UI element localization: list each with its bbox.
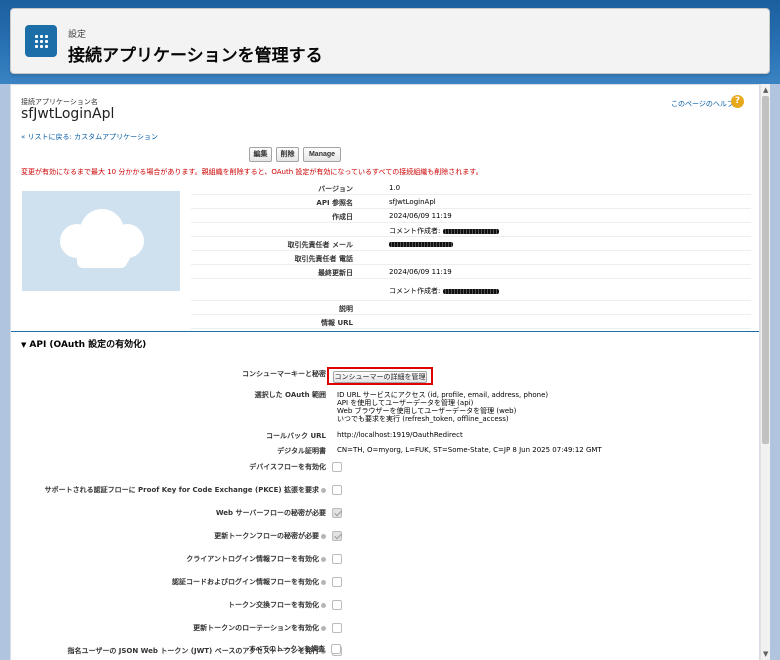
contact-email-row: 取引先責任者 メール	[191, 237, 751, 251]
flag-label-text: すべてのトークンを調査	[248, 645, 325, 653]
api-name-label: API 参照名	[316, 199, 353, 207]
manage-consumer-details-button[interactable]: コンシューマーの詳細を管理	[333, 371, 427, 383]
redacted-user	[442, 288, 499, 294]
version-label: バージョン	[318, 185, 353, 193]
modified-row: 最終更新日 2024/06/09 11:19	[191, 265, 751, 279]
info-url-label: 情報 URL	[321, 319, 353, 327]
header-eyebrow: 設定	[68, 30, 87, 40]
info-icon[interactable]	[321, 556, 326, 562]
help-link[interactable]: このページのヘルプ	[671, 99, 734, 109]
contact-phone-row: 取引先責任者 電話	[191, 251, 751, 265]
info-icon[interactable]	[321, 533, 326, 539]
contact-email-label: 取引先責任者 メール	[287, 241, 353, 249]
info-url-row: 情報 URL	[191, 315, 751, 329]
created-row: 作成日 2024/06/09 11:19	[191, 209, 751, 223]
info-icon[interactable]	[321, 579, 326, 585]
contact-phone-label: 取引先責任者 電話	[294, 255, 353, 263]
info-icon[interactable]	[321, 487, 326, 493]
flag-label: サポートされる認証フローに Proof Key for Code Exchang…	[45, 485, 326, 495]
flag-checkbox[interactable]	[332, 623, 342, 633]
flag-label: デバイスフローを有効化	[249, 462, 326, 472]
flag-label-text: デバイスフローを有効化	[249, 463, 326, 471]
redacted-user	[442, 228, 499, 234]
modified-label: 最終更新日	[318, 269, 353, 277]
created-by-prefix: コメント作成者:	[389, 227, 441, 235]
api-name-row: API 参照名 sfJwtLoginApl	[191, 195, 751, 209]
page-header: 設定 接続アプリケーションを管理する	[10, 8, 770, 74]
flag-checkbox[interactable]	[332, 485, 342, 495]
oauth-section-toggle[interactable]: ▼ API (OAuth 設定の有効化)	[21, 337, 146, 350]
created-by-value: コメント作成者:	[389, 226, 499, 236]
flag-label-text: クライアントログイン情報フローを有効化	[186, 555, 319, 563]
scroll-up-icon[interactable]: ▲	[763, 86, 768, 94]
created-by-row: コメント作成者:	[191, 223, 751, 237]
scroll-thumb[interactable]	[762, 96, 769, 444]
scope-item: いつでも要求を実行 (refresh_token, offline_access…	[337, 415, 509, 423]
warning-message: 変更が有効になるまで最大 10 分かかる場合があります。親組織を削除すると、OA…	[21, 168, 483, 176]
oauth-section-title: API (OAuth 設定の有効化)	[29, 340, 147, 350]
page-title: 接続アプリケーションを管理する	[68, 46, 323, 66]
description-row: 説明	[191, 301, 751, 315]
app-logo	[22, 191, 180, 291]
callback-label: コールバック URL	[266, 432, 326, 440]
flag-checkbox[interactable]	[331, 644, 341, 654]
cert-value: CN=TH, O=myorg, L=FUK, ST=Some-State, C=…	[337, 446, 602, 454]
flag-checkbox[interactable]	[332, 577, 342, 587]
help-icon[interactable]: ?	[731, 95, 744, 108]
description-label: 説明	[339, 305, 353, 313]
contact-email-value	[389, 240, 453, 248]
flag-label-text: 認証コードおよびログイン情報フローを有効化	[172, 578, 319, 586]
callback-value: http://localhost:1919/OauthRedirect	[337, 431, 463, 439]
flag-checkbox[interactable]	[332, 554, 342, 564]
flag-label: トークン交換フローを有効化	[228, 600, 326, 610]
detail-panel: 接続アプリケーション名 sfJwtLoginApl このページのヘルプ ? « …	[10, 84, 760, 660]
flag-label-text: 更新トークンフローの秘密が必要	[214, 532, 319, 540]
modified-by-row: コメント作成者:	[191, 279, 751, 301]
flag-label-text: サポートされる認証フローに Proof Key for Code Exchang…	[44, 486, 319, 494]
flag-label-text: Web サーバーフローの秘密が必要	[215, 509, 326, 517]
flag-label: クライアントログイン情報フローを有効化	[186, 554, 326, 564]
flag-label: すべてのトークンを調査	[249, 644, 325, 654]
modified-by-value: コメント作成者:	[389, 286, 499, 296]
created-label: 作成日	[332, 213, 353, 221]
consumer-details-highlight: コンシューマーの詳細を管理	[327, 367, 433, 385]
flag-checkbox[interactable]	[332, 600, 342, 610]
app-launcher-icon[interactable]	[25, 25, 57, 57]
version-row: バージョン 1.0	[191, 181, 751, 195]
back-to-list-link[interactable]: « リストに戻る: カスタムアプリケーション	[21, 132, 158, 142]
flag-label: 更新トークンフローの秘密が必要	[214, 531, 326, 541]
flag-label-text: トークン交換フローを有効化	[228, 601, 319, 609]
info-icon[interactable]	[321, 625, 326, 631]
modified-by-prefix: コメント作成者:	[389, 287, 441, 295]
scopes-label: 選択した OAuth 範囲	[254, 391, 326, 399]
scrollbar[interactable]: ▲ ▼	[760, 84, 770, 660]
flag-checkbox[interactable]	[332, 462, 342, 472]
cert-label: デジタル証明書	[277, 447, 326, 455]
created-value: 2024/06/09 11:19	[389, 212, 452, 220]
api-name-value: sfJwtLoginApl	[389, 198, 436, 206]
modified-value: 2024/06/09 11:19	[389, 268, 452, 276]
consumer-label: コンシューマーキーと秘密	[242, 370, 326, 378]
triangle-down-icon: ▼	[21, 341, 27, 349]
section-divider	[11, 331, 759, 332]
version-value: 1.0	[389, 184, 401, 192]
flag-checkbox[interactable]	[332, 508, 342, 518]
cloud-icon	[60, 209, 144, 268]
redacted-email	[389, 241, 453, 247]
flag-label: Web サーバーフローの秘密が必要	[216, 508, 326, 518]
flag-label: 更新トークンのローテーションを有効化	[193, 623, 326, 633]
flag-checkbox[interactable]	[332, 531, 342, 541]
scroll-down-icon[interactable]: ▼	[763, 650, 768, 658]
flag-row-last: すべてのトークンを調査	[10, 644, 760, 658]
flag-label-text: 更新トークンのローテーションを有効化	[193, 624, 319, 632]
delete-button[interactable]: 削除	[276, 147, 299, 162]
info-icon[interactable]	[321, 602, 326, 608]
flag-label: 認証コードおよびログイン情報フローを有効化	[172, 577, 326, 587]
edit-button[interactable]: 編集	[249, 147, 272, 162]
app-name: sfJwtLoginApl	[21, 106, 115, 122]
manage-button[interactable]: Manage	[303, 147, 341, 162]
